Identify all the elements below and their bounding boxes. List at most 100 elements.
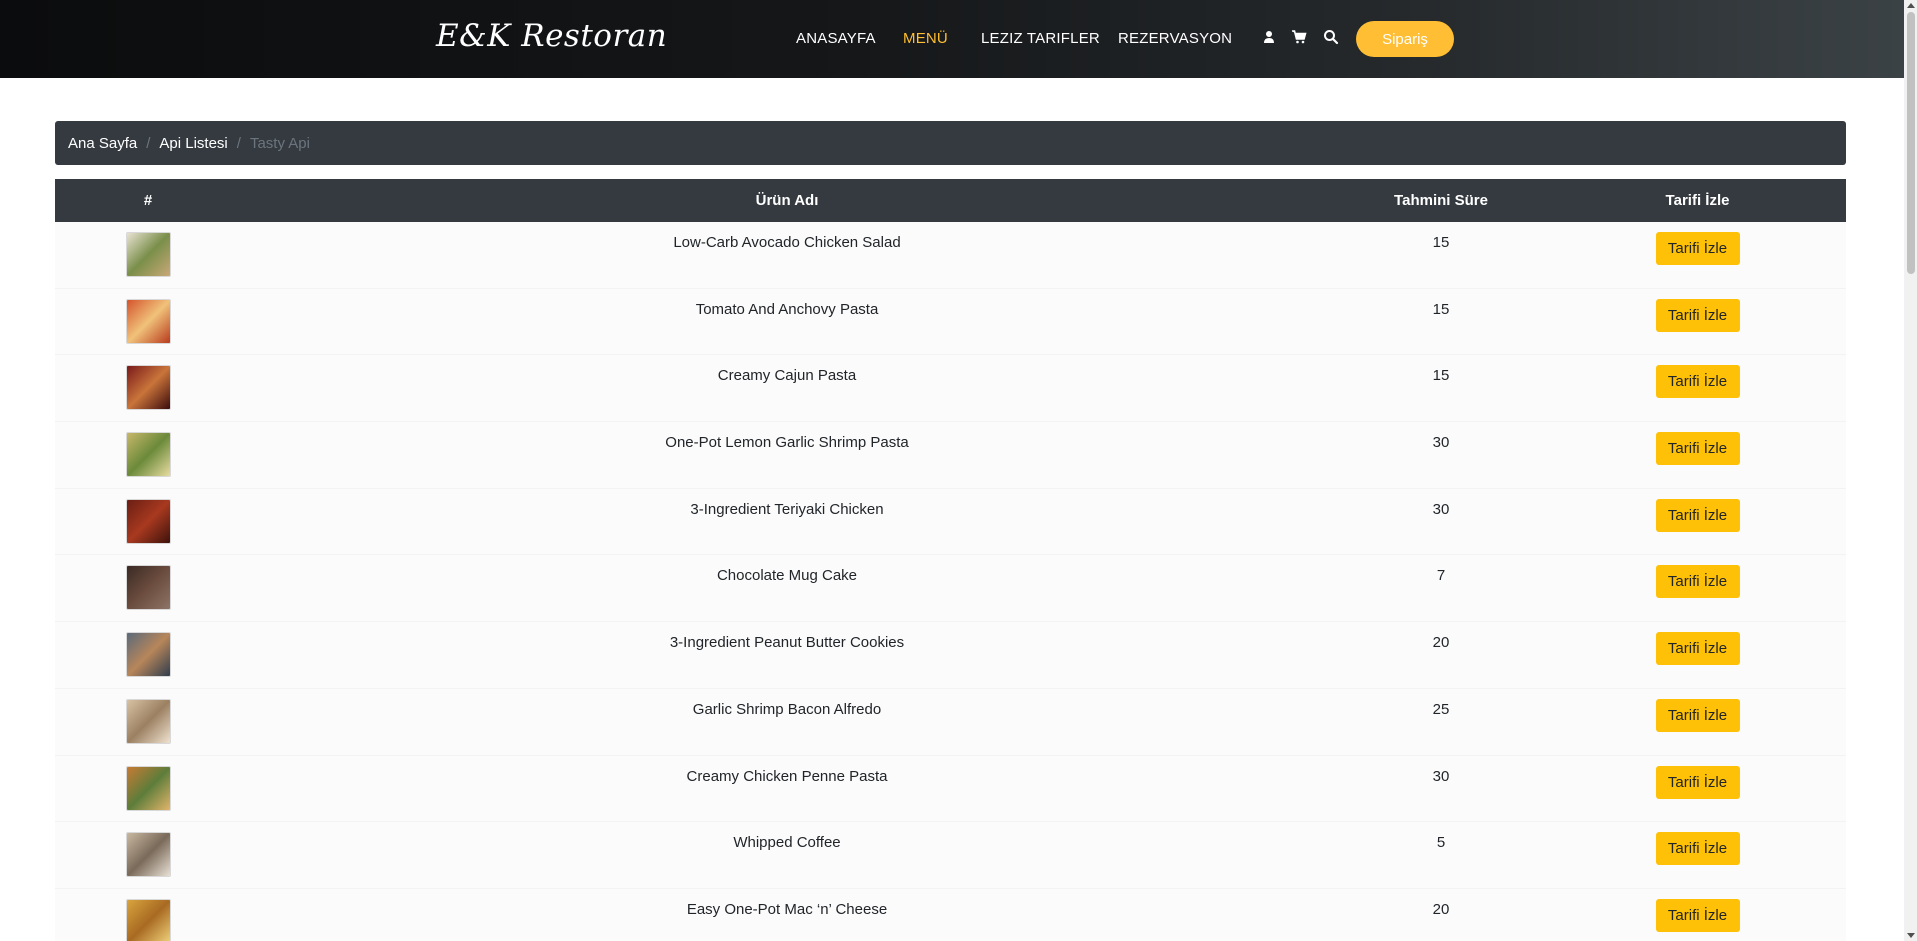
thumbnail-cell: [55, 555, 241, 611]
table-row: Creamy Cajun Pasta 15 Tarifi İzle: [55, 355, 1846, 423]
table-body: Low-Carb Avocado Chicken Salad 15 Tarifi İ…: [55, 222, 1846, 941]
recipe-thumbnail: [125, 498, 171, 544]
table-row: Low-Carb Avocado Chicken Salad 15 Tarifi İ…: [55, 222, 1846, 289]
order-button[interactable]: Sipariş: [1356, 21, 1454, 57]
header-watch-recipe: Tarifi İzle: [1665, 192, 1730, 209]
recipe-time: 15: [1432, 300, 1450, 318]
watch-cell: Tarifi İzle: [1549, 756, 1846, 799]
thumbnail-cell: [55, 289, 241, 344]
thumbnail-cell: [55, 222, 241, 277]
scroll-up-arrow-icon[interactable]: [1907, 3, 1915, 8]
recipe-name: Creamy Cajun Pasta: [717, 367, 857, 385]
watch-cell: Tarifi İzle: [1549, 489, 1846, 532]
watch-recipe-button[interactable]: Tarifi İzle: [1655, 632, 1740, 666]
scrollbar-thumb[interactable]: [1907, 12, 1915, 274]
watch-cell: Tarifi İzle: [1549, 355, 1846, 399]
thumbnail-cell: [55, 822, 241, 878]
top-navbar: E&K Restoran ANASAYFA MENÜ LEZIZ TARIFLE…: [0, 0, 1904, 78]
thumbnail-cell: [55, 889, 241, 941]
watch-cell: Tarifi İzle: [1549, 422, 1846, 466]
recipe-name: Whipped Coffee: [733, 834, 841, 852]
table-header: # Ürün Adı Tahmini Süre Tarifi İzle: [55, 179, 1846, 222]
watch-recipe-button[interactable]: Tarifi İzle: [1655, 298, 1740, 332]
watch-cell: Tarifi İzle: [1549, 555, 1846, 599]
breadcrumb-separator: /: [236, 134, 241, 152]
recipe-name: Tomato And Anchovy Pasta: [695, 300, 879, 318]
table-row: Whipped Coffee 5 Tarifi İzle: [55, 822, 1846, 889]
recipe-thumbnail: [125, 632, 171, 678]
watch-cell: Tarifi İzle: [1549, 222, 1846, 265]
recipe-time: 20: [1432, 634, 1450, 652]
recipe-name: Easy One-Pot Mac ‘n’ Cheese: [686, 900, 888, 918]
table-row: Easy One-Pot Mac ‘n’ Cheese 20 Tarifi İzle: [55, 888, 1846, 941]
header-estimated-time: Tahmini Süre: [1394, 192, 1488, 209]
watch-recipe-button[interactable]: Tarifi İzle: [1655, 765, 1740, 799]
recipe-name: Low-Carb Avocado Chicken Salad: [673, 234, 901, 251]
recipe-thumbnail: [125, 298, 171, 344]
recipe-thumbnail: [125, 365, 171, 411]
table-row: Creamy Chicken Penne Pasta 30 Tarifi İzle: [55, 755, 1846, 823]
table-row: Tomato And Anchovy Pasta 15 Tarifi İzle: [55, 288, 1846, 356]
thumbnail-cell: [55, 622, 241, 678]
recipe-thumbnail: [125, 765, 171, 811]
breadcrumb-separator: /: [146, 134, 151, 152]
brand-logo[interactable]: E&K Restoran: [436, 18, 667, 54]
recipe-name: Chocolate Mug Cake: [716, 567, 858, 585]
header-product-name: Ürün Adı: [755, 192, 819, 209]
search-icon[interactable]: [1322, 28, 1340, 46]
watch-recipe-button[interactable]: Tarifi İzle: [1655, 565, 1740, 599]
recipe-thumbnail: [125, 832, 171, 878]
user-icon[interactable]: [1260, 28, 1278, 46]
recipe-name: 3-Ingredient Teriyaki Chicken: [690, 500, 884, 518]
watch-recipe-button[interactable]: Tarifi İzle: [1655, 432, 1740, 466]
breadcrumb-api-list[interactable]: Api Listesi: [159, 135, 227, 152]
table-row: Chocolate Mug Cake 7 Tarifi İzle: [55, 555, 1846, 623]
recipe-thumbnail: [125, 898, 171, 941]
thumbnail-cell: [55, 756, 241, 811]
recipe-time: 15: [1432, 367, 1450, 385]
watch-recipe-button[interactable]: Tarifi İzle: [1655, 498, 1740, 532]
recipe-time: 5: [1436, 834, 1446, 852]
table-row: 3-Ingredient Peanut Butter Cookies 20 Tari…: [55, 622, 1846, 689]
watch-recipe-button[interactable]: Tarifi İzle: [1655, 365, 1740, 399]
recipe-name: Creamy Chicken Penne Pasta: [686, 767, 888, 785]
watch-recipe-button[interactable]: Tarifi İzle: [1655, 832, 1740, 866]
recipe-time: 30: [1432, 434, 1450, 452]
recipe-time: 30: [1432, 767, 1450, 785]
header-index: #: [143, 192, 153, 209]
watch-recipe-button[interactable]: Tarifi İzle: [1655, 898, 1740, 932]
recipe-time: 20: [1432, 900, 1450, 918]
thumbnail-cell: [55, 689, 241, 744]
table-row: Garlic Shrimp Bacon Alfredo 25 Tarifi İzle: [55, 688, 1846, 756]
recipe-time: 30: [1432, 500, 1450, 518]
cart-icon[interactable]: [1290, 28, 1308, 46]
thumbnail-cell: [55, 489, 241, 544]
recipe-name: 3-Ingredient Peanut Butter Cookies: [669, 634, 905, 652]
nav-anasayfa[interactable]: ANASAYFA: [796, 30, 876, 47]
watch-cell: Tarifi İzle: [1549, 822, 1846, 866]
recipe-thumbnail: [125, 698, 171, 744]
recipe-thumbnail: [125, 432, 171, 478]
breadcrumb: Ana Sayfa / Api Listesi / Tasty Api: [55, 121, 1846, 165]
recipe-time: 25: [1432, 700, 1450, 718]
scrollbar[interactable]: [1904, 0, 1917, 941]
scroll-down-arrow-icon[interactable]: [1907, 933, 1915, 938]
watch-recipe-button[interactable]: Tarifi İzle: [1655, 232, 1740, 265]
breadcrumb-home[interactable]: Ana Sayfa: [68, 135, 137, 152]
thumbnail-cell: [55, 422, 241, 478]
watch-cell: Tarifi İzle: [1549, 689, 1846, 732]
nav-menu[interactable]: MENÜ: [903, 30, 948, 47]
watch-cell: Tarifi İzle: [1549, 889, 1846, 932]
breadcrumb-current: Tasty Api: [249, 134, 310, 152]
nav-rezervasyon[interactable]: REZERVASYON: [1118, 30, 1232, 47]
recipe-thumbnail: [125, 565, 171, 611]
watch-recipe-button[interactable]: Tarifi İzle: [1655, 698, 1740, 732]
nav-leziz-tarifler[interactable]: LEZIZ TARIFLER: [981, 30, 1100, 47]
thumbnail-cell: [55, 355, 241, 411]
recipe-time: 15: [1432, 234, 1450, 251]
table-row: One-Pot Lemon Garlic Shrimp Pasta 30 Tarif…: [55, 422, 1846, 489]
watch-cell: Tarifi İzle: [1549, 289, 1846, 332]
recipe-table: # Ürün Adı Tahmini Süre Tarifi İzle Low-…: [55, 179, 1846, 941]
recipe-name: One-Pot Lemon Garlic Shrimp Pasta: [665, 434, 909, 452]
recipe-name: Garlic Shrimp Bacon Alfredo: [692, 700, 882, 718]
